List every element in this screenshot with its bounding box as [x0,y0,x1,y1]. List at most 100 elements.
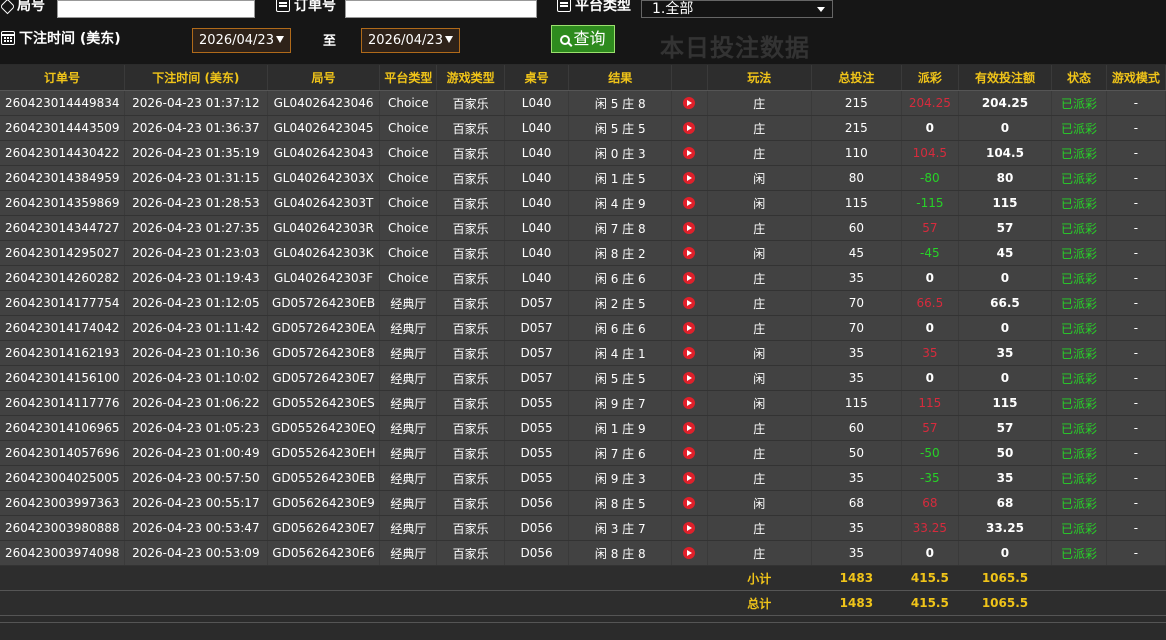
replay-cell[interactable] [671,115,708,141]
order-id-cell: 260423014295027 [0,240,125,266]
status-cell: 已派彩 [1051,90,1107,116]
play-icon[interactable] [683,497,696,509]
col-order-id[interactable]: 订单号 [0,65,125,91]
play-icon[interactable] [683,372,696,384]
col-round-id[interactable]: 局号 [267,65,381,91]
replay-cell[interactable] [671,140,708,166]
play-icon[interactable] [683,247,696,259]
total-bet-cell: 35 [811,540,902,566]
date-to-picker[interactable]: 2026/04/23 [361,28,460,53]
replay-cell[interactable] [671,190,708,216]
col-platform[interactable]: 平台类型 [379,65,438,91]
table-row[interactable]: 260423014174042 2026-04-23 01:11:42 GD0572… [0,315,1166,341]
replay-cell[interactable] [671,465,708,491]
query-button[interactable]: 查询 [551,25,615,53]
replay-cell[interactable] [671,515,708,541]
replay-cell[interactable] [671,240,708,266]
bet-type-cell: 庄 [707,90,812,116]
play-icon[interactable] [683,147,696,159]
play-icon[interactable] [683,397,696,409]
valid-bet-cell: 66.5 [958,290,1053,316]
table-row[interactable]: 260423014359869 2026-04-23 01:28:53 GL0402… [0,190,1166,216]
round-id-cell: GL04026423043 [267,140,381,166]
replay-cell[interactable] [671,390,708,416]
result-cell: 闲 5 庄 5 [568,365,673,391]
play-icon[interactable] [683,97,696,109]
play-icon[interactable] [683,272,696,284]
play-icon[interactable] [683,347,696,359]
table-row[interactable]: 260423014260282 2026-04-23 01:19:43 GL0402… [0,265,1166,291]
replay-cell[interactable] [671,440,708,466]
game-mode-cell: - [1106,490,1166,516]
table-row[interactable]: 260423014177754 2026-04-23 01:12:05 GD0572… [0,290,1166,316]
replay-cell[interactable] [671,90,708,116]
table-row[interactable]: 260423004025005 2026-04-23 00:57:50 GD0552… [0,465,1166,491]
date-from-picker[interactable]: 2026/04/23 [192,28,291,53]
replay-cell[interactable] [671,540,708,566]
replay-cell[interactable] [671,365,708,391]
play-icon[interactable] [683,322,696,334]
col-bet-type[interactable]: 玩法 [707,65,812,91]
total-bet-cell: 35 [811,515,902,541]
play-icon[interactable] [683,197,696,209]
platform-cell: Choice [379,240,438,266]
play-icon[interactable] [683,472,696,484]
table-no-cell: L040 [504,115,570,141]
table-row[interactable]: 260423014295027 2026-04-23 01:23:03 GL0402… [0,240,1166,266]
payout-cell: 115 [901,390,959,416]
col-result[interactable]: 结果 [568,65,673,91]
replay-cell[interactable] [671,215,708,241]
replay-cell[interactable] [671,415,708,441]
play-icon[interactable] [683,522,696,534]
table-row[interactable]: 260423014443509 2026-04-23 01:36:37 GL0402… [0,115,1166,141]
table-no-cell: D055 [504,440,570,466]
replay-cell[interactable] [671,290,708,316]
replay-cell[interactable] [671,165,708,191]
round-number-input[interactable] [57,0,255,18]
table-row[interactable]: 260423003997363 2026-04-23 00:55:17 GD0562… [0,490,1166,516]
col-payout[interactable]: 派彩 [901,65,959,91]
table-row[interactable]: 260423014449834 2026-04-23 01:37:12 GL0402… [0,90,1166,116]
table-row[interactable]: 260423014057696 2026-04-23 01:00:49 GD0552… [0,440,1166,466]
game-type-cell: 百家乐 [436,190,505,216]
platform-cell: 经典厅 [379,440,438,466]
play-icon[interactable] [683,297,696,309]
subtotal-valid-bet: 1065.5 [958,565,1052,591]
order-number-input[interactable] [345,0,537,18]
table-row[interactable]: 260423003974098 2026-04-23 00:53:09 GD0562… [0,540,1166,566]
platform-type-select[interactable]: 1.全部 [641,0,833,18]
calendar-icon [1,31,15,45]
col-bet-time[interactable]: 下注时间 (美东) [124,65,268,91]
col-status[interactable]: 状态 [1051,65,1107,91]
play-icon[interactable] [683,447,696,459]
empty-cell [504,590,569,616]
play-icon[interactable] [683,172,696,184]
replay-cell[interactable] [671,340,708,366]
table-no-cell: D057 [504,365,570,391]
col-table-no[interactable]: 桌号 [504,65,570,91]
empty-cell [671,565,708,591]
table-row[interactable]: 260423014430422 2026-04-23 01:35:19 GL0402… [0,140,1166,166]
table-row[interactable]: 260423014384959 2026-04-23 01:31:15 GL0402… [0,165,1166,191]
table-row[interactable]: 260423014162193 2026-04-23 01:10:36 GD0572… [0,340,1166,366]
payout-cell: 0 [901,365,959,391]
col-game-mode[interactable]: 游戏模式 [1106,65,1166,91]
replay-cell[interactable] [671,490,708,516]
result-cell: 闲 8 庄 2 [568,240,673,266]
replay-cell[interactable] [671,265,708,291]
table-row[interactable]: 260423014106965 2026-04-23 01:05:23 GD0552… [0,415,1166,441]
table-row[interactable]: 260423014344727 2026-04-23 01:27:35 GL0402… [0,215,1166,241]
play-icon[interactable] [683,547,696,559]
replay-cell[interactable] [671,315,708,341]
table-row[interactable]: 260423003980888 2026-04-23 00:53:47 GD0562… [0,515,1166,541]
col-total-bet[interactable]: 总投注 [811,65,902,91]
play-icon[interactable] [683,122,696,134]
play-icon[interactable] [683,422,696,434]
col-game-type[interactable]: 游戏类型 [436,65,505,91]
table-row[interactable]: 260423014156100 2026-04-23 01:10:02 GD0572… [0,365,1166,391]
col-valid-bet[interactable]: 有效投注额 [958,65,1053,91]
play-icon[interactable] [683,222,696,234]
game-mode-cell: - [1106,290,1166,316]
table-row[interactable]: 260423014117776 2026-04-23 01:06:22 GD0552… [0,390,1166,416]
bet-time-cell: 2026-04-23 01:37:12 [124,90,268,116]
